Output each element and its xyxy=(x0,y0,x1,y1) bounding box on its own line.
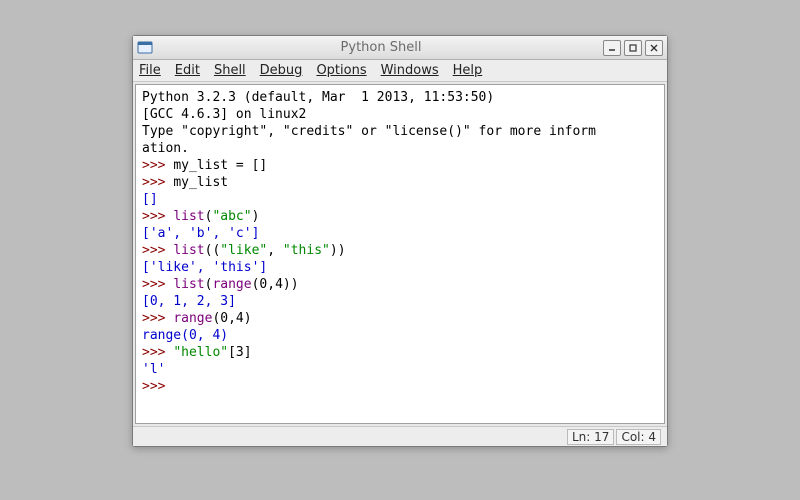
col-label: Col: xyxy=(621,430,648,444)
maximize-button[interactable] xyxy=(624,40,642,56)
prompt: >>> xyxy=(142,158,173,173)
window-title: Python Shell xyxy=(159,40,603,55)
menu-windows-label: Windows xyxy=(381,63,439,78)
shell-output[interactable]: Python 3.2.3 (default, Mar 1 2013, 11:53… xyxy=(135,84,665,424)
title-bar[interactable]: Python Shell xyxy=(133,36,667,60)
code: "this" xyxy=(283,243,330,258)
prompt: >>> xyxy=(142,345,173,360)
menu-edit-label: Edit xyxy=(175,63,200,78)
input-line-3: >>> list("abc") xyxy=(142,208,658,225)
output-line-3: ['a', 'b', 'c'] xyxy=(142,225,658,242)
app-icon xyxy=(137,40,153,56)
menu-options-label: Options xyxy=(316,63,366,78)
ln-value: 17 xyxy=(594,430,609,444)
menu-debug[interactable]: Debug xyxy=(258,61,305,80)
output-line-6: range(0, 4) xyxy=(142,327,658,344)
input-line-7: >>> "hello"[3] xyxy=(142,344,658,361)
prompt: >>> xyxy=(142,379,173,394)
output-line-5: [0, 1, 2, 3] xyxy=(142,293,658,310)
banner-line-2: [GCC 4.6.3] on linux2 xyxy=(142,106,658,123)
prompt: >>> xyxy=(142,243,173,258)
code: )) xyxy=(330,243,346,258)
banner-line-1: Python 3.2.3 (default, Mar 1 2013, 11:53… xyxy=(142,89,658,106)
minimize-button[interactable] xyxy=(603,40,621,56)
code: [3] xyxy=(228,345,251,360)
input-line-4: >>> list(("like", "this")) xyxy=(142,242,658,259)
ln-label: Ln: xyxy=(572,430,594,444)
window-controls xyxy=(603,40,663,56)
output-line-2: [] xyxy=(142,191,658,208)
close-button[interactable] xyxy=(645,40,663,56)
prompt: >>> xyxy=(142,311,173,326)
code: list xyxy=(173,209,204,224)
code: , xyxy=(267,243,283,258)
output-line-7: 'l' xyxy=(142,361,658,378)
menu-help[interactable]: Help xyxy=(451,61,485,80)
code: range xyxy=(173,311,212,326)
col-value: 4 xyxy=(648,430,656,444)
menu-windows[interactable]: Windows xyxy=(379,61,441,80)
prompt: >>> xyxy=(142,175,173,190)
code: list xyxy=(173,243,204,258)
input-line-1: >>> my_list = [] xyxy=(142,157,658,174)
input-line-2: >>> my_list xyxy=(142,174,658,191)
menu-shell[interactable]: Shell xyxy=(212,61,248,80)
input-line-8: >>> xyxy=(142,378,658,395)
prompt: >>> xyxy=(142,277,173,292)
code: (0,4)) xyxy=(252,277,299,292)
menu-shell-label: Shell xyxy=(214,63,246,78)
menu-file[interactable]: File xyxy=(137,61,163,80)
code: "hello" xyxy=(173,345,228,360)
banner-line-3b: ation. xyxy=(142,140,658,157)
code: list xyxy=(173,277,204,292)
status-line: Ln: 17 xyxy=(567,429,614,445)
code: (0,4) xyxy=(212,311,251,326)
python-shell-window: Python Shell File Edit Shell Debug Optio… xyxy=(132,35,668,447)
menu-help-label: Help xyxy=(453,63,483,78)
status-bar: Ln: 17 Col: 4 xyxy=(133,426,667,446)
menu-debug-label: Debug xyxy=(260,63,303,78)
prompt: >>> xyxy=(142,209,173,224)
input-line-5: >>> list(range(0,4)) xyxy=(142,276,658,293)
menu-file-label: File xyxy=(139,63,161,78)
code: ) xyxy=(252,209,260,224)
code: (( xyxy=(205,243,221,258)
menu-bar: File Edit Shell Debug Options Windows He… xyxy=(133,60,667,82)
code: "like" xyxy=(220,243,267,258)
menu-edit[interactable]: Edit xyxy=(173,61,202,80)
code: my_list = [] xyxy=(173,158,267,173)
status-col: Col: 4 xyxy=(616,429,661,445)
output-line-4: ['like', 'this'] xyxy=(142,259,658,276)
banner-line-3: Type "copyright", "credits" or "license(… xyxy=(142,123,658,140)
menu-options[interactable]: Options xyxy=(314,61,368,80)
code: "abc" xyxy=(212,209,251,224)
code: my_list xyxy=(173,175,228,190)
input-line-6: >>> range(0,4) xyxy=(142,310,658,327)
code: range xyxy=(212,277,251,292)
content-area: Python 3.2.3 (default, Mar 1 2013, 11:53… xyxy=(133,82,667,426)
